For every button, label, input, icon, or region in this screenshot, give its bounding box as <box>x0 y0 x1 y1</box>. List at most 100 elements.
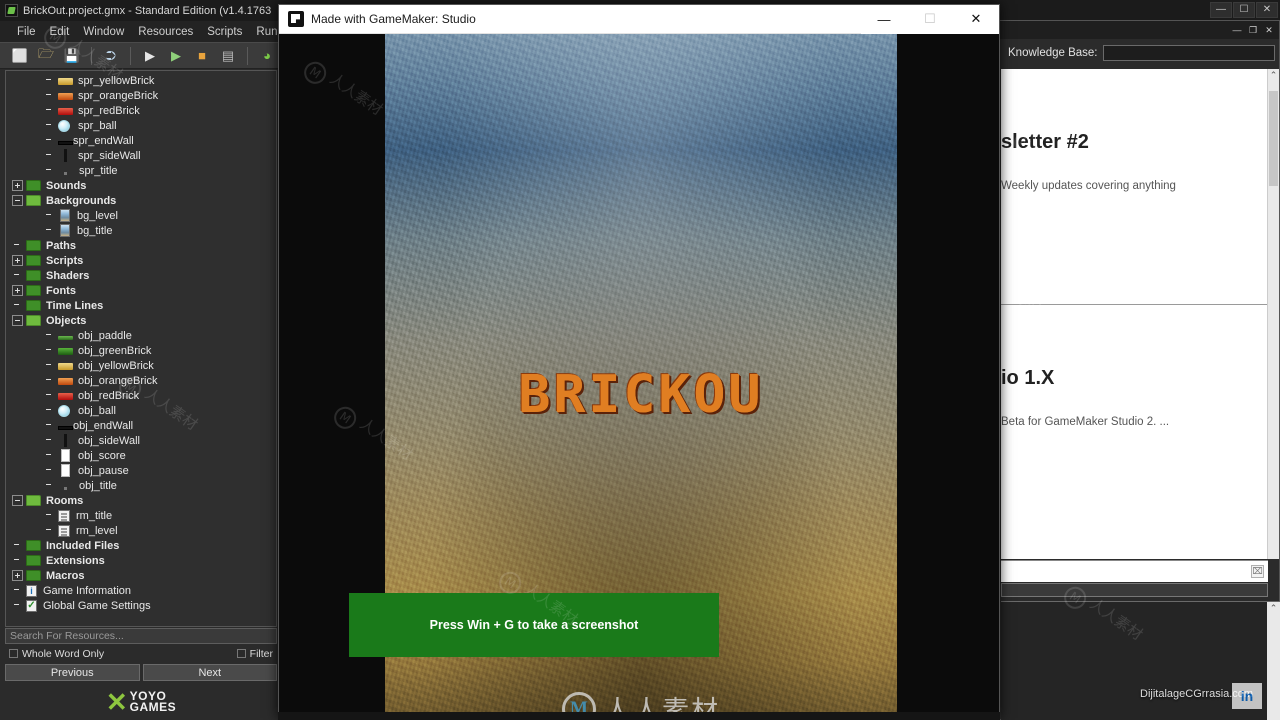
kb-lower-scroll-up-icon[interactable]: ⌃ <box>1267 602 1280 614</box>
background-icon <box>60 209 70 222</box>
tree-collapse-icon[interactable] <box>12 315 23 326</box>
resource-tree-panel[interactable]: spr_yellowBrick spr_orangeBrick spr_redBri… <box>5 70 277 627</box>
menu-item-file[interactable]: File <box>10 26 43 38</box>
tree-item-obj-paddle[interactable]: obj_paddle <box>6 328 276 343</box>
tree-expander-placeholder <box>12 540 23 551</box>
tree-item-obj-pause[interactable]: obj_pause <box>6 463 276 478</box>
tree-item-obj-greenbrick[interactable]: obj_greenBrick <box>6 343 276 358</box>
tree-item-label: Macros <box>46 569 85 582</box>
export-project-icon[interactable]: ⮊ <box>99 45 123 67</box>
sprite-title-icon <box>64 171 67 175</box>
toolbar-separator <box>130 46 131 65</box>
save-project-icon[interactable]: 💾 <box>60 45 84 67</box>
tree-item-extensions[interactable]: Extensions <box>6 553 276 568</box>
tree-item-objects[interactable]: Objects <box>6 313 276 328</box>
tree-expand-icon[interactable] <box>12 570 23 581</box>
tree-item-sounds[interactable]: Sounds <box>6 178 276 193</box>
tree-item-game-information[interactable]: i Game Information <box>6 583 276 598</box>
tree-item-shaders[interactable]: Shaders <box>6 268 276 283</box>
sprite-blank-icon <box>61 449 70 462</box>
open-project-icon[interactable]: 🗁 <box>34 45 58 67</box>
ide-maximize-button[interactable]: ☐ <box>1233 2 1255 18</box>
tree-expand-icon[interactable] <box>12 255 23 266</box>
kb-restore-button[interactable]: ❐ <box>1246 24 1260 36</box>
kb-scroll-up-icon[interactable]: ⌃ <box>1268 69 1279 81</box>
tree-item-label: Sounds <box>46 179 87 192</box>
kb-scroll-thumb[interactable] <box>1269 91 1278 186</box>
tree-item-obj-ball[interactable]: obj_ball <box>6 403 276 418</box>
previous-button[interactable]: Previous <box>5 664 140 681</box>
game-minimize-button[interactable]: — <box>861 4 907 34</box>
search-options-row: Whole Word Only Filter <box>5 646 277 662</box>
folder-icon <box>26 555 41 566</box>
tree-item-obj-sidewall[interactable]: obj_sideWall <box>6 433 276 448</box>
kb-scrollbar[interactable]: ⌃ <box>1267 69 1279 559</box>
game-maximize-button[interactable]: ☐ <box>907 4 953 34</box>
tree-item-global-game-settings[interactable]: ✓ Global Game Settings <box>6 598 276 613</box>
run-debug-icon[interactable]: ▶ <box>138 45 162 67</box>
tree-item-scripts[interactable]: Scripts <box>6 253 276 268</box>
create-sound-icon[interactable]: ▤ <box>216 45 240 67</box>
kb-article-list: sletter #2 Weekly updates covering anyth… <box>1001 69 1268 559</box>
tree-expand-icon[interactable] <box>12 285 23 296</box>
tree-item-time-lines[interactable]: Time Lines <box>6 298 276 313</box>
kb-article-heading[interactable]: io 1.X <box>1001 367 1268 390</box>
tree-item-obj-redbrick[interactable]: obj_redBrick <box>6 388 276 403</box>
run-icon[interactable]: ▶ <box>164 45 188 67</box>
tree-item-backgrounds[interactable]: Backgrounds <box>6 193 276 208</box>
tree-item-obj-yellowbrick[interactable]: obj_yellowBrick <box>6 358 276 373</box>
tree-item-label: Global Game Settings <box>43 599 151 612</box>
create-sprite-icon[interactable]: ■ <box>190 45 214 67</box>
kb-article-heading[interactable]: sletter #2 <box>1001 131 1268 154</box>
tree-item-rooms[interactable]: Rooms <box>6 493 276 508</box>
tree-item-spr-title[interactable]: spr_title <box>6 163 276 178</box>
kb-close-button[interactable]: ✕ <box>1262 24 1276 36</box>
filter-checkbox[interactable]: Filter <box>236 648 273 660</box>
ide-close-button[interactable]: ✕ <box>1256 2 1278 18</box>
create-background-icon[interactable]: ◕ <box>255 45 279 67</box>
kb-minimize-button[interactable]: — <box>1230 24 1244 36</box>
kb-lower-scrollbar[interactable]: ⌃ ⌄ <box>1267 602 1280 720</box>
new-project-icon[interactable]: ⬜ <box>8 45 32 67</box>
tree-item-label: obj_title <box>79 479 117 492</box>
menu-item-resources[interactable]: Resources <box>131 26 200 38</box>
menu-item-window[interactable]: Window <box>76 26 131 38</box>
run-icon-glyph: ▶ <box>171 47 181 63</box>
tree-item-rm-level[interactable]: rm_level <box>6 523 276 538</box>
search-resources-input[interactable]: Search For Resources... <box>5 628 277 644</box>
tree-item-macros[interactable]: Macros <box>6 568 276 583</box>
tree-item-obj-score[interactable]: obj_score <box>6 448 276 463</box>
tree-collapse-icon[interactable] <box>12 195 23 206</box>
tree-item-obj-endwall[interactable]: obj_endWall <box>6 418 276 433</box>
tree-expand-icon[interactable] <box>12 180 23 191</box>
screen-root: BrickOut.project.gmx - Standard Edition … <box>0 0 1280 720</box>
kb-dismiss-icon[interactable]: ⌧ <box>1251 565 1264 578</box>
sprite-green-brick-icon <box>58 348 73 355</box>
tree-item-spr-orangebrick[interactable]: spr_orangeBrick <box>6 88 276 103</box>
whole-word-only-checkbox[interactable]: Whole Word Only <box>9 648 104 660</box>
tree-item-spr-redbrick[interactable]: spr_redBrick <box>6 103 276 118</box>
tree-item-fonts[interactable]: Fonts <box>6 283 276 298</box>
tree-collapse-icon[interactable] <box>12 495 23 506</box>
tree-item-included-files[interactable]: Included Files <box>6 538 276 553</box>
tree-item-spr-sidewall[interactable]: spr_sideWall <box>6 148 276 163</box>
kb-search-input[interactable] <box>1102 45 1275 61</box>
tree-item-bg-title[interactable]: bg_title <box>6 223 276 238</box>
tree-item-spr-ball[interactable]: spr_ball <box>6 118 276 133</box>
menu-item-scripts[interactable]: Scripts <box>200 26 249 38</box>
tree-item-obj-orangebrick[interactable]: obj_orangeBrick <box>6 373 276 388</box>
tree-item-rm-title[interactable]: rm_title <box>6 508 276 523</box>
tree-item-spr-endwall[interactable]: spr_endWall <box>6 133 276 148</box>
menu-item-edit[interactable]: Edit <box>43 26 77 38</box>
game-close-button[interactable]: ✕ <box>953 4 999 34</box>
tree-item-obj-title[interactable]: obj_title <box>6 478 276 493</box>
tree-item-spr-yellowbrick[interactable]: spr_yellowBrick <box>6 73 276 88</box>
next-button[interactable]: Next <box>142 664 277 681</box>
tree-item-bg-level[interactable]: bg_level <box>6 208 276 223</box>
tree-expander-placeholder <box>44 90 55 101</box>
tree-item-paths[interactable]: Paths <box>6 238 276 253</box>
tree-item-label: Paths <box>46 239 76 252</box>
tree-expander-placeholder <box>44 210 55 221</box>
ide-minimize-button[interactable]: — <box>1210 2 1232 18</box>
tree-item-label: obj_pause <box>78 464 129 477</box>
